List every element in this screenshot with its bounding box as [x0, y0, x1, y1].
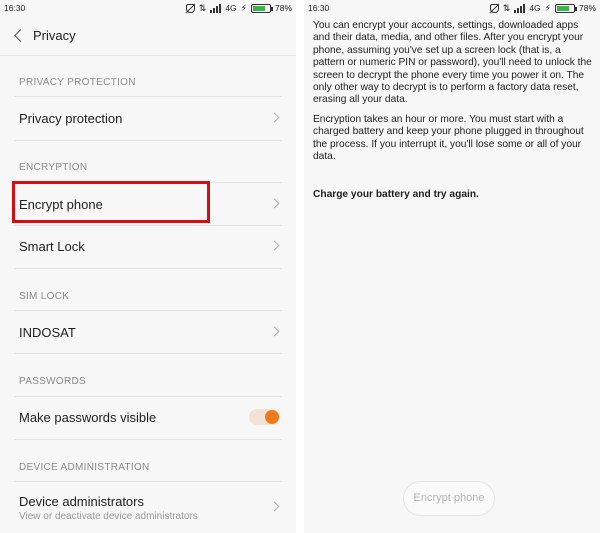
data-transfer-icon: ⇅: [198, 2, 207, 13]
encryption-duration-note: Encryption takes an hour or more. You mu…: [313, 114, 584, 163]
chevron-right-icon: [269, 326, 280, 337]
chevron-right-icon: [269, 112, 280, 123]
chevron-right-icon: [269, 501, 280, 512]
status-icons: ⇅ 4G ⚡ 78%: [185, 2, 292, 13]
settings-item-smart-lock[interactable]: Smart Lock: [0, 226, 296, 268]
section-header-encryption: ENCRYPTION: [19, 162, 88, 173]
settings-item-label: Device administrators: [19, 494, 144, 509]
chevron-right-icon: [269, 240, 280, 251]
encrypt-phone-screen: 16:30 ⇅ 4G ⚡ 78% You can encrypt your ac…: [304, 0, 600, 533]
encryption-description: You can encrypt your accounts, settings,…: [313, 20, 592, 106]
toggle-knob: [265, 410, 279, 424]
network-type: 4G: [529, 3, 541, 13]
settings-item-label: INDOSAT: [19, 325, 76, 340]
mute-icon: [185, 3, 195, 13]
divider: [14, 140, 282, 141]
page-title: Privacy: [33, 28, 76, 43]
signal-icon: [210, 3, 222, 13]
settings-item-label: Privacy protection: [19, 111, 123, 126]
status-time: 16:30: [4, 3, 26, 13]
back-arrow-icon[interactable]: [14, 27, 24, 45]
title-divider: [0, 55, 296, 56]
divider: [14, 353, 282, 354]
status-bar: 16:30 ⇅ 4G ⚡ 78%: [304, 0, 600, 16]
signal-icon: [514, 3, 526, 13]
status-bar: 16:30 ⇅ 4G ⚡ 78%: [0, 0, 296, 16]
network-type: 4G: [225, 3, 237, 13]
section-header-sim-lock: SIM LOCK: [19, 291, 70, 302]
status-time: 16:30: [308, 3, 330, 13]
mute-icon: [489, 3, 499, 13]
settings-item-sim-indosat[interactable]: INDOSAT: [0, 311, 296, 353]
settings-item-make-passwords-visible[interactable]: Make passwords visible: [0, 397, 296, 439]
privacy-settings-screen: 16:30 ⇅ 4G ⚡ 78% Privacy PRIVACY PROTECT…: [0, 0, 296, 533]
battery-percent: 78%: [578, 3, 596, 13]
chevron-right-icon: [269, 198, 280, 209]
settings-item-label: Make passwords visible: [19, 410, 157, 425]
section-header-device-administration: DEVICE ADMINISTRATION: [19, 462, 150, 473]
title-bar: Privacy: [0, 16, 296, 56]
battery-icon: [554, 3, 577, 13]
settings-item-sublabel: View or deactivate device administrators: [19, 511, 198, 522]
divider: [14, 439, 282, 440]
section-header-passwords: PASSWORDS: [19, 376, 86, 387]
encrypt-phone-button[interactable]: Encrypt phone: [403, 481, 495, 516]
settings-item-device-administrators[interactable]: Device administrators View or deactivate…: [0, 482, 296, 530]
battery-fill: [252, 5, 266, 11]
section-header-privacy-protection: PRIVACY PROTECTION: [19, 77, 136, 88]
passwords-visible-toggle[interactable]: [249, 409, 280, 425]
battery-fill: [556, 5, 570, 11]
highlight-box-encrypt-phone: [12, 181, 210, 223]
battery-percent: 78%: [274, 3, 292, 13]
settings-item-label: Smart Lock: [19, 239, 85, 254]
battery-icon: [250, 3, 273, 13]
divider: [14, 268, 282, 269]
status-icons: ⇅ 4G ⚡ 78%: [489, 2, 596, 13]
charge-battery-warning: Charge your battery and try again.: [313, 189, 479, 200]
charging-icon: ⚡: [544, 2, 551, 13]
charging-icon: ⚡: [240, 2, 247, 13]
data-transfer-icon: ⇅: [502, 2, 511, 13]
settings-item-privacy-protection[interactable]: Privacy protection: [0, 97, 296, 139]
